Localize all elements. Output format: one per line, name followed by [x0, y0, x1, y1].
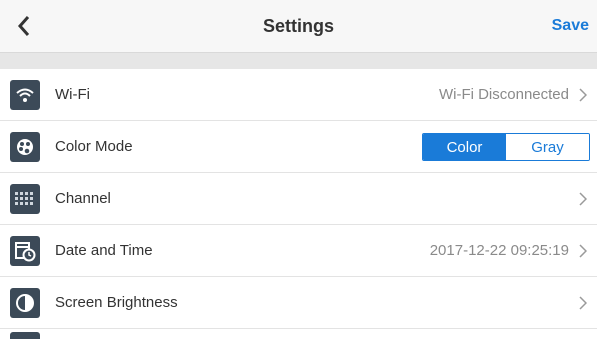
next-row-icon	[10, 332, 40, 339]
settings-row-brightness[interactable]: Screen Brightness	[0, 277, 597, 329]
top-bar: Settings Save	[0, 0, 597, 53]
color-mode-label: Color Mode	[55, 138, 133, 155]
page-title: Settings	[262, 16, 334, 36]
wifi-label: Wi-Fi	[55, 86, 90, 103]
channel-label: Channel	[55, 190, 111, 207]
wifi-icon	[10, 79, 40, 110]
chevron-right-icon	[579, 296, 587, 310]
settings-row-channel[interactable]: Channel	[0, 173, 597, 225]
channel-icon	[10, 183, 40, 214]
brightness-label: Screen Brightness	[55, 294, 178, 311]
chevron-right-icon	[579, 192, 587, 206]
palette-icon	[10, 131, 40, 162]
settings-list: Wi-Fi Wi-Fi Disconnected Color Mode Colo…	[0, 69, 597, 329]
chevron-right-icon	[579, 244, 587, 258]
settings-row-color-mode: Color Mode Color Gray	[0, 121, 597, 173]
date-time-label: Date and Time	[55, 242, 153, 259]
section-divider	[0, 53, 597, 69]
wifi-status: Wi-Fi Disconnected	[438, 86, 569, 103]
settings-row-date-time[interactable]: Date and Time 2017-12-22 09:25:19	[0, 225, 597, 277]
settings-row-wifi[interactable]: Wi-Fi Wi-Fi Disconnected	[0, 69, 597, 121]
calendar-clock-icon	[10, 235, 40, 266]
color-option[interactable]: Color	[423, 134, 506, 160]
save-button[interactable]: Save	[552, 0, 589, 52]
chevron-right-icon	[579, 88, 587, 102]
brightness-icon	[10, 287, 40, 318]
date-time-value: 2017-12-22 09:25:19	[429, 242, 569, 259]
color-mode-toggle: Color Gray	[422, 133, 590, 161]
gray-option[interactable]: Gray	[506, 134, 589, 160]
